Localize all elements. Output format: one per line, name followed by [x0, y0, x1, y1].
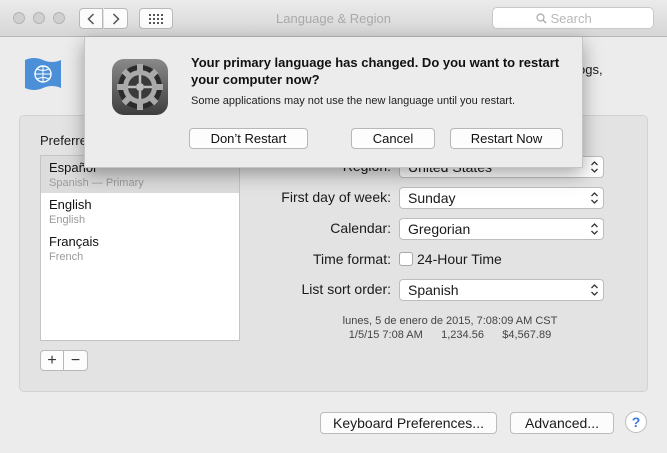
first-day-popup[interactable]: Sunday: [399, 187, 604, 209]
first-day-value: Sunday: [408, 190, 456, 206]
remove-language-button[interactable]: −: [64, 350, 88, 371]
popup-chevron-icon: [591, 161, 598, 173]
first-day-label: First day of week:: [281, 189, 391, 205]
sheet-title: Your primary language has changed. Do yo…: [191, 55, 560, 87]
globe-flag-icon: [22, 56, 64, 94]
add-language-button[interactable]: +: [40, 350, 64, 371]
24-hour-time-label[interactable]: 24-Hour Time: [417, 251, 502, 267]
search-icon: [535, 12, 546, 23]
24-hour-time-checkbox[interactable]: [399, 252, 413, 266]
language-name: Français: [49, 234, 99, 249]
sort-order-popup[interactable]: Spanish: [399, 279, 604, 301]
advanced-button[interactable]: Advanced...: [510, 412, 614, 434]
calendar-value: Gregorian: [408, 221, 471, 237]
calendar-label: Calendar:: [330, 220, 391, 236]
popup-chevron-icon: [591, 284, 598, 296]
add-remove-controls: + −: [40, 350, 88, 371]
preferred-languages-label: Preferre: [40, 133, 87, 148]
dont-restart-button[interactable]: Don’t Restart: [189, 128, 308, 149]
keyboard-preferences-button[interactable]: Keyboard Preferences...: [320, 412, 497, 434]
search-field[interactable]: [492, 7, 654, 29]
search-input[interactable]: [550, 10, 611, 26]
sample-date-long: lunes, 5 de enero de 2015, 7:08:09 AM CS…: [342, 315, 558, 327]
preferred-languages-list[interactable]: Español Spanish — Primary English Englis…: [40, 155, 240, 341]
popup-chevron-icon: [591, 223, 598, 235]
system-preferences-gear-icon: [111, 58, 169, 116]
sort-order-label: List sort order:: [301, 281, 391, 297]
help-button[interactable]: ?: [625, 411, 647, 433]
restart-sheet-dialog: Your primary language has changed. Do yo…: [84, 37, 583, 168]
sample-formats: 1/5/15 7:08 AM 1,234.56 $4,567.89: [348, 329, 552, 341]
calendar-popup[interactable]: Gregorian: [399, 218, 604, 240]
sheet-message: Some applications may not use the new la…: [191, 95, 516, 107]
popup-chevron-icon: [591, 192, 598, 204]
cancel-button[interactable]: Cancel: [351, 128, 435, 149]
titlebar: Language & Region: [0, 0, 667, 37]
sort-order-value: Spanish: [408, 282, 459, 298]
restart-now-button[interactable]: Restart Now: [450, 128, 563, 149]
language-subtitle: Spanish — Primary: [49, 177, 144, 189]
time-format-label: Time format:: [312, 251, 391, 267]
